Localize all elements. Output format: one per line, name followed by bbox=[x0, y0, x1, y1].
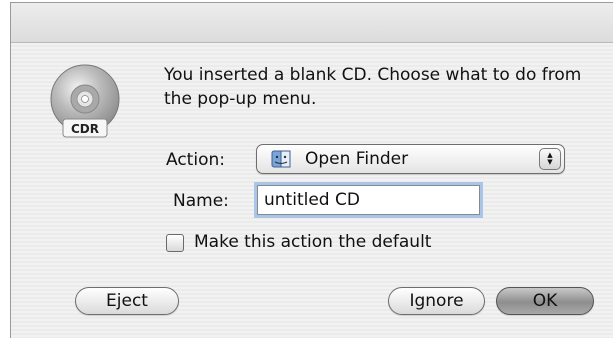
action-popup-menu[interactable]: Open Finder ▲ ▼ bbox=[256, 144, 565, 174]
default-action-checkbox[interactable] bbox=[166, 234, 184, 252]
blank-cd-dialog: CDR You inserted a blank CD. Choose what… bbox=[10, 2, 613, 338]
ignore-button[interactable]: Ignore bbox=[388, 287, 485, 315]
dialog-titlebar bbox=[11, 3, 613, 43]
cd-disc-icon: CDR bbox=[49, 59, 121, 149]
popup-arrows-icon: ▲ ▼ bbox=[539, 148, 561, 170]
cd-icon-label: CDR bbox=[71, 122, 99, 136]
name-label: Name: bbox=[173, 191, 229, 211]
cd-name-input[interactable] bbox=[257, 185, 480, 215]
ok-button[interactable]: OK bbox=[496, 287, 594, 315]
eject-button[interactable]: Eject bbox=[75, 287, 179, 315]
default-action-checkbox-label[interactable]: Make this action the default bbox=[194, 232, 431, 252]
action-label: Action: bbox=[166, 150, 225, 170]
finder-icon bbox=[271, 150, 291, 168]
dialog-message: You inserted a blank CD. Choose what to … bbox=[164, 65, 582, 109]
action-popup-value: Open Finder bbox=[305, 149, 409, 169]
